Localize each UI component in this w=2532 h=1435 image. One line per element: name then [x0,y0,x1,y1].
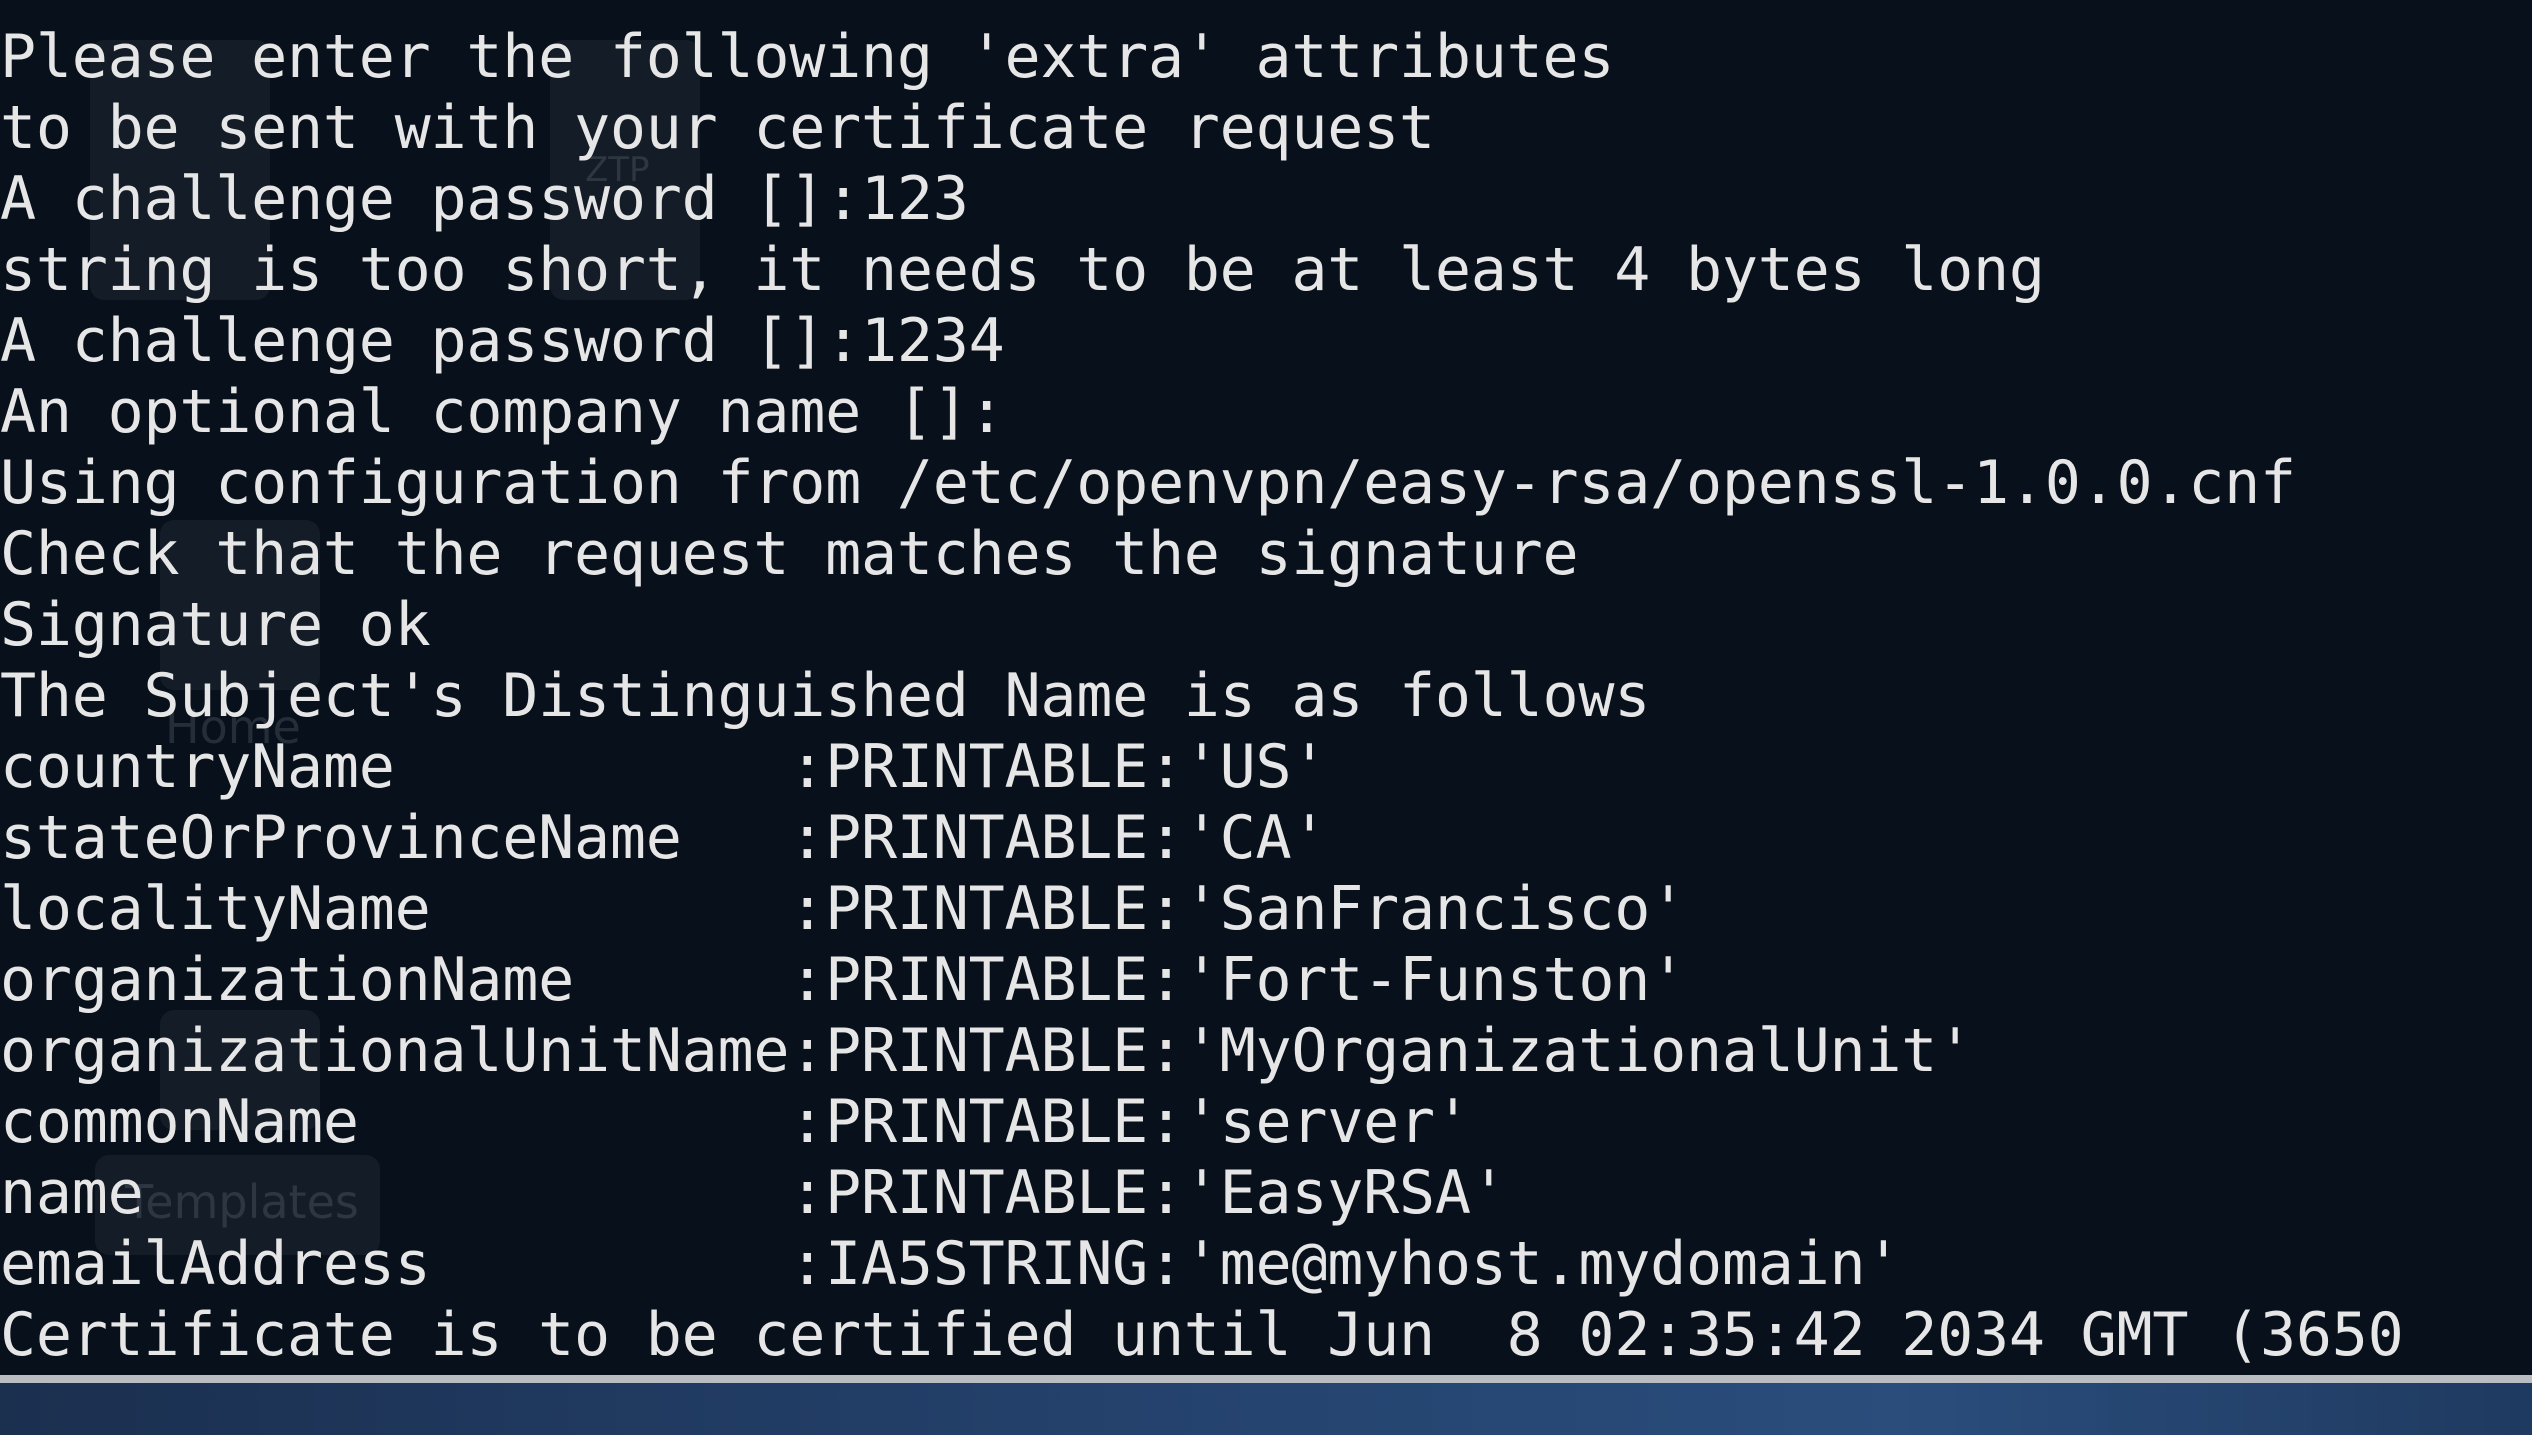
terminal-line: stateOrProvinceName :PRINTABLE:'CA' [0,803,1328,873]
terminal-line: emailAddress :IA5STRING:'me@myhost.mydom… [0,1229,1902,1299]
terminal-output: Please enter the following 'extra' attri… [0,22,2404,1371]
terminal-line: organizationName :PRINTABLE:'Fort-Funsto… [0,945,1687,1015]
terminal-window[interactable]: ZTP Home Templates Please enter the foll… [0,0,2532,1375]
terminal-line: A challenge password []:1234 [0,306,1005,376]
terminal-line: Using configuration from /etc/openvpn/ea… [0,448,2296,518]
terminal-line: Signature ok [0,590,431,660]
terminal-line: name :PRINTABLE:'EasyRSA' [0,1158,1507,1228]
terminal-line: commonName :PRINTABLE:'server' [0,1087,1471,1157]
terminal-line: An optional company name []: [0,377,1005,447]
terminal-line: Check that the request matches the signa… [0,519,1579,589]
terminal-line: Please enter the following 'extra' attri… [0,22,1615,92]
terminal-line: A challenge password []:123 [0,164,969,234]
terminal-line: string is too short, it needs to be at l… [0,235,2045,305]
taskbar[interactable] [0,1383,2532,1435]
terminal-line: to be sent with your certificate request [0,93,1435,163]
terminal-line: The Subject's Distinguished Name is as f… [0,661,1651,731]
terminal-line: localityName :PRINTABLE:'SanFrancisco' [0,874,1687,944]
terminal-bottom-border [0,1375,2532,1383]
terminal-line: organizationalUnitName:PRINTABLE:'MyOrga… [0,1016,1974,1086]
terminal-line: countryName :PRINTABLE:'US' [0,732,1328,802]
terminal-line: Certificate is to be certified until Jun… [0,1300,2404,1370]
